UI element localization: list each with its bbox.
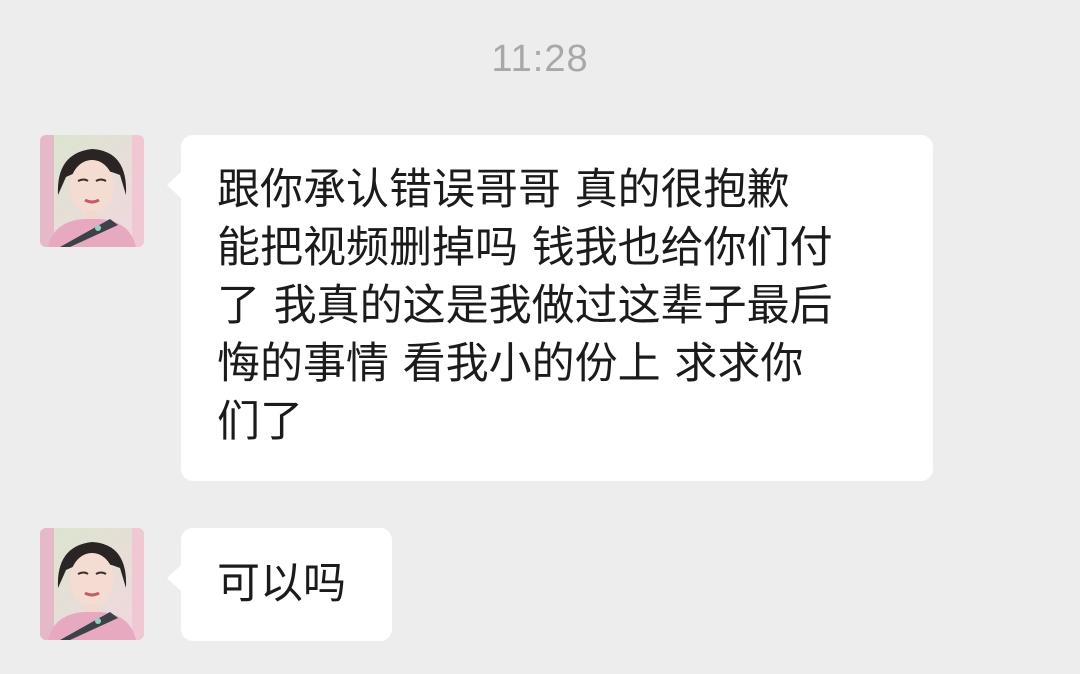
message-text-line: 跟你承认错误哥哥 真的很抱歉 [217, 165, 790, 215]
contact-avatar[interactable] [40, 528, 144, 640]
message-text-line: 们了 [217, 397, 303, 447]
message-bubble[interactable]: 可以吗 [167, 528, 392, 641]
profile-photo-avatar-icon [40, 528, 144, 640]
message-timestamp: 11:28 [491, 38, 589, 80]
message-text-line: 可以吗 [217, 559, 346, 609]
message-text-line: 悔的事情 看我小的份上 求求你 [217, 339, 804, 389]
profile-photo-avatar-icon [40, 135, 144, 247]
message-text-line: 能把视频删掉吗 钱我也给你们付 [217, 223, 833, 273]
message-bubble[interactable]: 跟你承认错误哥哥 真的很抱歉 能把视频删掉吗 钱我也给你们付 了 我真的这是我做… [167, 135, 933, 481]
contact-avatar[interactable] [40, 135, 144, 247]
message-text-line: 了 我真的这是我做过这辈子最后 [217, 281, 833, 331]
